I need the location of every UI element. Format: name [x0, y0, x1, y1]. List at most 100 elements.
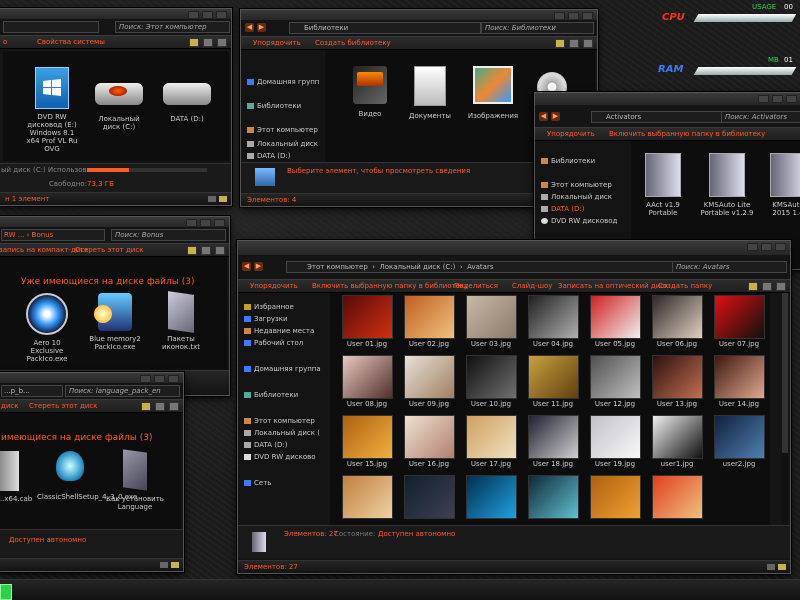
minimize-button[interactable]	[186, 219, 197, 227]
view-options-icon[interactable]	[187, 246, 197, 255]
nav-item-hdd[interactable]: DATA (D:)	[244, 441, 287, 449]
toolbar-include-in-library[interactable]: Включить выбранную папку в библиотеку	[609, 130, 765, 138]
thumbnail-image[interactable]	[652, 295, 703, 339]
explorer-window-bonus[interactable]: RW ... › Bonus Поиск: Bonus запись на ко…	[0, 216, 230, 396]
maximize-button[interactable]	[761, 243, 772, 251]
toolbar-share[interactable]: Поделиться	[454, 282, 498, 290]
nav-item-data[interactable]: DATA (D:)	[541, 205, 584, 213]
breadcrumb-this-pc[interactable]: Этот компьютер	[307, 263, 368, 271]
thumbnail-image[interactable]	[714, 355, 765, 399]
file-item-blue-memory[interactable]: Blue memory2 PackIco.exe	[85, 293, 145, 351]
forward-button[interactable]: ▶	[257, 23, 266, 32]
details-view-icon[interactable]	[767, 564, 775, 570]
back-button[interactable]: ◀	[242, 262, 251, 271]
nav-item-local-disk[interactable]: Локальный диск	[541, 193, 612, 201]
help-icon[interactable]	[776, 282, 786, 291]
view-options-icon[interactable]	[555, 39, 565, 48]
preview-pane-icon[interactable]	[762, 282, 772, 291]
title-bar[interactable]	[238, 241, 790, 255]
explorer-window-avatars[interactable]: ◀ ▶ Этот компьютер › Локальный диск (C:) …	[237, 240, 791, 574]
icons-view-icon[interactable]	[778, 564, 786, 570]
breadcrumb-avatars[interactable]: Avatars	[467, 263, 493, 271]
view-options-icon[interactable]	[748, 282, 758, 291]
nav-item-libraries[interactable]: Библиотеки	[247, 102, 301, 110]
thumbnail-image[interactable]	[342, 415, 393, 459]
back-button[interactable]: ◀	[245, 23, 254, 32]
forward-button[interactable]: ▶	[254, 262, 263, 271]
minimize-button[interactable]	[758, 95, 769, 103]
help-icon[interactable]	[217, 38, 227, 47]
thumbnail-image[interactable]	[528, 295, 579, 339]
title-bar[interactable]	[0, 9, 231, 19]
start-button[interactable]	[0, 584, 12, 600]
toolbar-disc[interactable]: диск	[1, 402, 18, 410]
close-button[interactable]	[786, 95, 797, 103]
thumbnail-image[interactable]	[590, 475, 641, 519]
help-icon[interactable]	[169, 402, 179, 411]
scrollbar[interactable]	[782, 293, 788, 525]
nav-item-desktop[interactable]: Рабочий стол	[244, 339, 303, 347]
back-button[interactable]: ◀	[539, 112, 548, 121]
folder-item-aact[interactable]: AAct v1.9 Portable	[635, 153, 691, 217]
search-input[interactable]: Поиск: Bonus	[111, 229, 226, 241]
nav-item-network[interactable]: Сеть	[244, 479, 271, 487]
help-icon[interactable]	[583, 39, 593, 48]
close-button[interactable]	[216, 11, 227, 19]
nav-item-libraries[interactable]: Библиотеки	[541, 157, 595, 165]
library-item-documents[interactable]: Документы	[405, 66, 455, 120]
nav-item-this-pc[interactable]: Этот компьютер	[247, 126, 318, 134]
folder-item-kmsauto-2015[interactable]: KMSAuto 2015 1.4	[765, 153, 800, 217]
details-view-icon[interactable]	[160, 562, 168, 568]
preview-pane-icon[interactable]	[569, 39, 579, 48]
thumbnail-image[interactable]	[404, 415, 455, 459]
maximize-button[interactable]	[772, 95, 783, 103]
icons-view-icon[interactable]	[171, 562, 179, 568]
thumbnail-image[interactable]	[404, 475, 455, 519]
maximize-button[interactable]	[568, 12, 579, 20]
preview-pane-icon[interactable]	[155, 402, 165, 411]
minimize-button[interactable]	[140, 375, 151, 383]
nav-item-computer[interactable]: Этот компьютер	[244, 417, 315, 425]
explorer-window-language-pack[interactable]: ...р_b... Поиск: language_pack_en диск С…	[0, 372, 184, 572]
thumbnail-image[interactable]	[466, 475, 517, 519]
search-input[interactable]: Поиск: Activators	[721, 111, 800, 123]
nav-item-homegroup[interactable]: Домашняя групп	[247, 78, 319, 86]
toolbar-new-folder[interactable]: Создать папку	[658, 282, 712, 290]
nav-item-libraries[interactable]: Библиотеки	[244, 391, 298, 399]
folder-item-kmsauto-lite[interactable]: KMSAuto Lite Portable v1.2.9	[697, 153, 757, 217]
toolbar-include-in-library[interactable]: Включить выбранную папку в библиотеку	[312, 282, 468, 290]
library-item-pictures[interactable]: Изображения	[465, 66, 521, 120]
toolbar-new-library[interactable]: Создать библиотеку	[315, 39, 391, 47]
address-bar[interactable]: RW ... › Bonus	[1, 229, 105, 241]
close-button[interactable]	[214, 219, 225, 227]
thumbnail-image[interactable]	[590, 355, 641, 399]
thumbnail-image[interactable]	[652, 475, 703, 519]
title-bar[interactable]	[0, 373, 183, 383]
nav-item-dvd[interactable]: DVD RW дисковод	[541, 217, 617, 225]
toolbar-slideshow[interactable]: Слайд-шоу	[512, 282, 552, 290]
file-item-cab[interactable]: ...x64.cab	[0, 451, 35, 503]
address-bar[interactable]: Этот компьютер › Локальный диск (C:) › A…	[286, 261, 688, 273]
maximize-button[interactable]	[202, 11, 213, 19]
thumbnail-image[interactable]	[652, 415, 703, 459]
thumbnail-image[interactable]	[528, 355, 579, 399]
file-item-aero[interactable]: Aero 10 Exclusive PackIco.exe	[17, 293, 77, 363]
toolbar-organize[interactable]: Упорядочить	[547, 130, 595, 138]
thumbnail-image[interactable]	[342, 355, 393, 399]
view-options-icon[interactable]	[141, 402, 151, 411]
close-button[interactable]	[168, 375, 179, 383]
nav-item-recent[interactable]: Недавние места	[244, 327, 314, 335]
details-view-icon[interactable]	[208, 196, 216, 202]
nav-item-homegroup[interactable]: Домашняя группа	[244, 365, 321, 373]
toolbar-erase-disc[interactable]: Стереть этот диск	[75, 246, 143, 254]
thumbnail-image[interactable]	[466, 415, 517, 459]
toolbar-organize[interactable]: Упорядочить	[253, 39, 301, 47]
drive-item-c[interactable]: Локальный диск (C:)	[91, 83, 147, 131]
thumbnail-image[interactable]	[528, 415, 579, 459]
nav-item-downloads[interactable]: Загрузки	[244, 315, 288, 323]
toolbar-system-properties[interactable]: Свойства системы	[37, 38, 105, 46]
address-bar[interactable]	[3, 21, 99, 33]
thumbnail-image[interactable]	[404, 355, 455, 399]
thumbnail-image[interactable]	[528, 475, 579, 519]
toolbar-item-truncated[interactable]: о	[3, 38, 7, 46]
